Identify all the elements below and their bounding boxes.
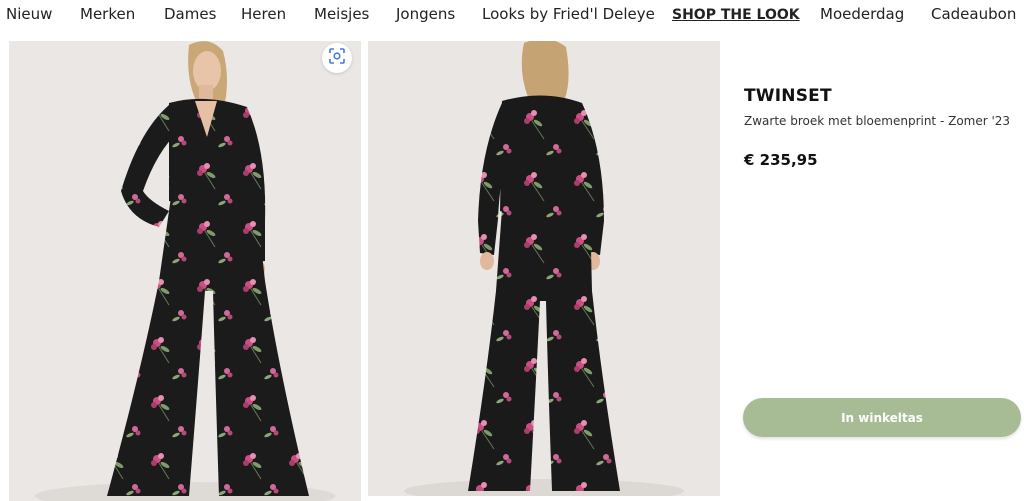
nav-item-merken[interactable]: Merken xyxy=(80,5,135,23)
product-price: € 235,95 xyxy=(744,151,818,169)
visual-search-button[interactable] xyxy=(322,43,352,73)
nav-item-looks[interactable]: Looks by Fried'l Deleye xyxy=(482,5,655,23)
nav-item-jongens[interactable]: Jongens xyxy=(396,5,455,23)
nav-item-shop-the-look[interactable]: SHOP THE LOOK xyxy=(672,6,800,24)
nav-item-moederdag[interactable]: Moederdag xyxy=(820,5,904,23)
nav-item-dames[interactable]: Dames xyxy=(164,5,216,23)
product-photo-front[interactable] xyxy=(9,41,361,501)
nav-item-cadeaubon[interactable]: Cadeaubon xyxy=(931,5,1016,23)
product-photo-back[interactable] xyxy=(368,41,720,496)
visual-search-icon xyxy=(329,48,345,68)
product-brand: TWINSET xyxy=(744,86,832,106)
add-to-bag-button[interactable]: In winkeltas xyxy=(743,398,1021,437)
nav-item-meisjes[interactable]: Meisjes xyxy=(314,5,369,23)
main-navigation: Nieuw Merken Dames Heren Meisjes Jongens… xyxy=(0,0,1024,30)
product-description: Zwarte broek met bloemenprint - Zomer '2… xyxy=(744,114,1011,128)
nav-item-nieuw[interactable]: Nieuw xyxy=(6,5,52,23)
nav-item-heren[interactable]: Heren xyxy=(241,5,286,23)
